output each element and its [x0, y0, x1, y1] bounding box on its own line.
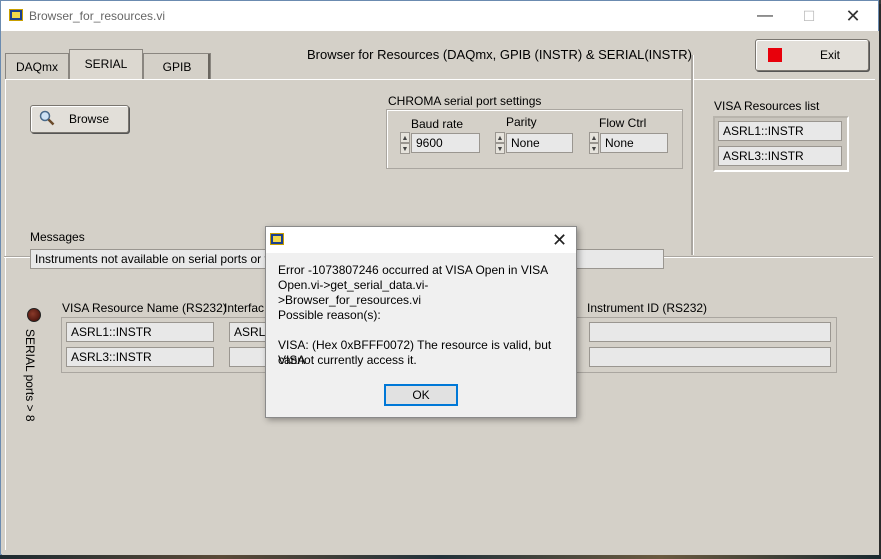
- possible-reasons-label: Possible reason(s):: [278, 308, 381, 322]
- page-title: Browser for Resources (DAQmx, GPIB (INST…: [307, 47, 693, 62]
- exit-button-label: Exit: [820, 48, 841, 62]
- error-message-line: Error -1073807246 occurred at VISA Open …: [278, 263, 549, 277]
- browse-button-label: Browse: [69, 112, 110, 126]
- visa-resources-title: VISA Resources list: [714, 99, 820, 113]
- parity-spinner[interactable]: ▲ ▼: [495, 132, 505, 154]
- baud-rate-label: Baud rate: [411, 117, 464, 131]
- baud-rate-field[interactable]: 9600: [411, 133, 480, 153]
- column-header-resource: VISA Resource Name (RS232): [62, 301, 227, 315]
- parity-field[interactable]: None: [506, 133, 573, 153]
- resource-name-cell: ASRL1::INSTR: [66, 322, 214, 342]
- messages-label: Messages: [30, 230, 85, 244]
- error-dialog: ✕ Error -1073807246 occurred at VISA Ope…: [265, 226, 577, 418]
- window-title: Browser_for_resources.vi: [29, 9, 166, 23]
- close-window-button[interactable]: ✕: [833, 5, 873, 27]
- title-bar[interactable]: Browser_for_resources.vi — ☐ ✕: [1, 1, 878, 31]
- vertical-divider: [691, 55, 694, 255]
- ok-button[interactable]: OK: [384, 384, 458, 406]
- dialog-close-button[interactable]: ✕: [552, 230, 567, 251]
- exit-button[interactable]: Exit: [755, 39, 869, 71]
- instrument-id-cell: [589, 347, 831, 367]
- reason-message-line: cannot currently access it.: [278, 353, 417, 367]
- dialog-title-bar[interactable]: ✕: [266, 227, 576, 253]
- browse-button[interactable]: Browse: [30, 105, 129, 133]
- visa-resource-item[interactable]: ASRL3::INSTR: [718, 146, 842, 166]
- tab-gpib[interactable]: GPIB: [143, 53, 211, 79]
- baud-rate-spinner[interactable]: ▲ ▼: [400, 132, 410, 154]
- serial-ports-led: [27, 308, 41, 322]
- serial-ports-led-label: SERIAL ports > 8: [23, 329, 37, 422]
- desktop-background: [0, 555, 881, 559]
- instrument-id-cell: [589, 322, 831, 342]
- error-message-line: Open.vi->get_serial_data.vi->Browser_for…: [278, 278, 429, 307]
- stop-indicator-icon: [768, 48, 782, 62]
- labview-app-icon: [270, 233, 284, 245]
- column-header-interface: Interfac: [224, 301, 265, 315]
- tab-serial[interactable]: SERIAL: [69, 49, 143, 79]
- labview-app-icon: [9, 9, 23, 21]
- flow-ctrl-spinner[interactable]: ▲ ▼: [589, 132, 599, 154]
- resource-name-cell: ASRL3::INSTR: [66, 347, 214, 367]
- visa-resource-item[interactable]: ASRL1::INSTR: [718, 121, 842, 141]
- chroma-settings-title: CHROMA serial port settings: [388, 94, 542, 108]
- parity-label: Parity: [506, 115, 537, 129]
- tab-daqmx[interactable]: DAQmx: [5, 53, 69, 79]
- minimize-button[interactable]: —: [745, 5, 785, 27]
- flow-ctrl-field[interactable]: None: [600, 133, 668, 153]
- maximize-button[interactable]: ☐: [789, 5, 829, 27]
- column-header-instrument-id: Instrument ID (RS232): [587, 301, 708, 315]
- magnifier-icon: [39, 110, 55, 126]
- flow-ctrl-label: Flow Ctrl: [599, 116, 647, 130]
